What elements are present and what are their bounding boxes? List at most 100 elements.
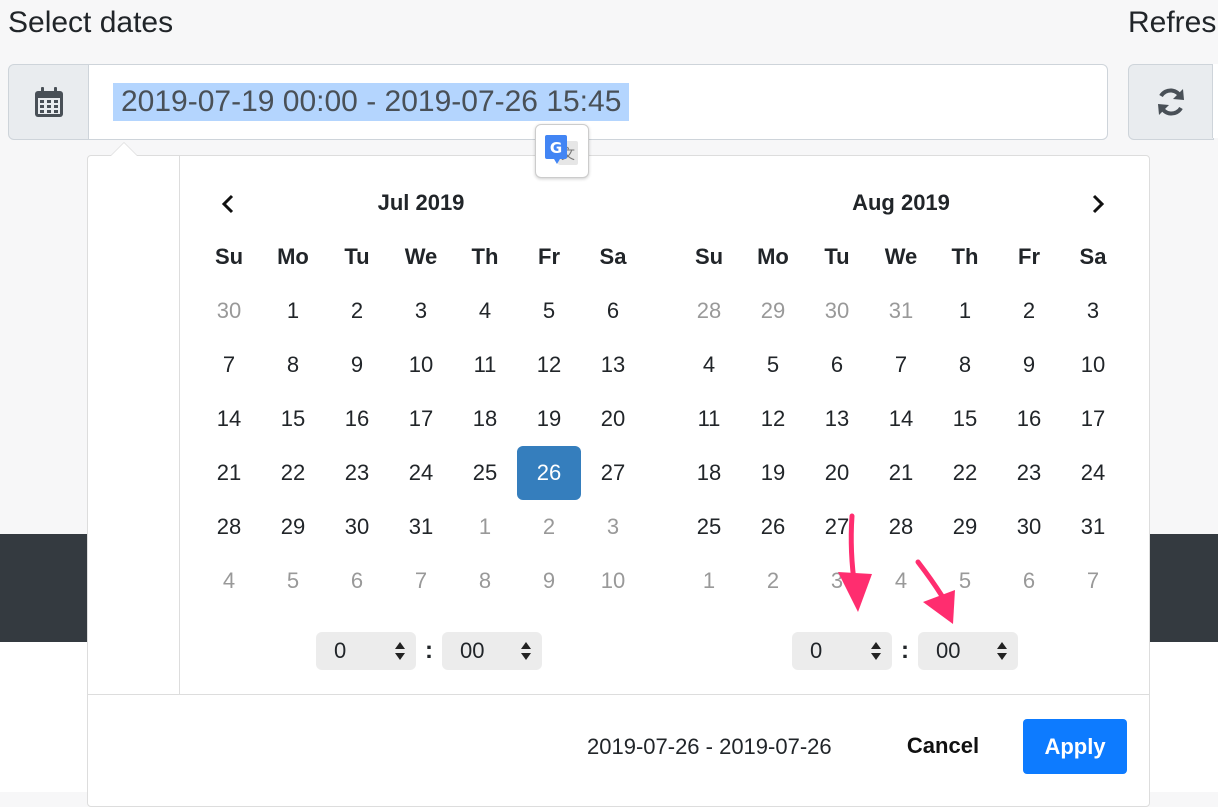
calendar-day[interactable]: 13 <box>581 338 645 392</box>
calendar-day[interactable]: 15 <box>933 392 997 446</box>
calendar-day[interactable]: 10 <box>389 338 453 392</box>
calendar-day-label: 8 <box>478 568 492 593</box>
calendar-day[interactable]: 12 <box>517 338 581 392</box>
calendar-day[interactable]: 3 <box>389 284 453 338</box>
calendar-day[interactable]: 30 <box>325 500 389 554</box>
calendar-day-label: 9 <box>350 352 364 377</box>
calendar-day[interactable]: 17 <box>389 392 453 446</box>
calendar-day[interactable]: 20 <box>581 392 645 446</box>
calendar-day[interactable]: 7 <box>197 338 261 392</box>
calendar-day[interactable]: 11 <box>677 392 741 446</box>
calendar-day[interactable]: 28 <box>677 284 741 338</box>
calendar-day[interactable]: 14 <box>869 392 933 446</box>
calendar-day[interactable]: 27 <box>805 500 869 554</box>
calendar-day[interactable]: 29 <box>261 500 325 554</box>
calendar-day[interactable]: 16 <box>997 392 1061 446</box>
calendar-day[interactable]: 8 <box>261 338 325 392</box>
calendar-day[interactable]: 9 <box>517 554 581 608</box>
calendar-day[interactable]: 2 <box>325 284 389 338</box>
calendar-day[interactable]: 26 <box>741 500 805 554</box>
calendar-day[interactable]: 28 <box>869 500 933 554</box>
calendar-day-selected[interactable]: 26 <box>517 446 581 500</box>
calendar-day[interactable]: 6 <box>581 284 645 338</box>
calendar-day[interactable]: 3 <box>1061 284 1125 338</box>
calendar-day[interactable]: 4 <box>869 554 933 608</box>
calendar-day[interactable]: 20 <box>805 446 869 500</box>
calendar-day[interactable]: 12 <box>741 392 805 446</box>
calendar-day[interactable]: 22 <box>261 446 325 500</box>
calendar-day[interactable]: 6 <box>325 554 389 608</box>
calendar-day[interactable]: 9 <box>997 338 1061 392</box>
calendar-day[interactable]: 7 <box>389 554 453 608</box>
calendar-day[interactable]: 3 <box>581 500 645 554</box>
calendar-day[interactable]: 2 <box>517 500 581 554</box>
calendar-day[interactable]: 5 <box>741 338 805 392</box>
minute-select[interactable]: 00 <box>918 632 1018 670</box>
date-range-input[interactable]: 2019-07-19 00:00 - 2019-07-26 15:45 <box>88 64 1108 140</box>
calendar-day[interactable]: 17 <box>1061 392 1125 446</box>
calendar-day[interactable]: 25 <box>677 500 741 554</box>
calendar-day[interactable]: 25 <box>453 446 517 500</box>
next-month-button[interactable] <box>1083 190 1111 218</box>
google-translate-icon[interactable]: 文 G <box>535 124 589 178</box>
calendar-day[interactable]: 24 <box>389 446 453 500</box>
calendar-grid: Su Mo Tu We Th Fr Sa 30 1 2 3 4 5 6 7 8 9 10 11 12 13 14 15 16… <box>197 230 645 608</box>
calendar-day[interactable]: 21 <box>869 446 933 500</box>
calendar-day[interactable]: 1 <box>453 500 517 554</box>
calendar-day[interactable]: 10 <box>581 554 645 608</box>
calendar-day[interactable]: 31 <box>1061 500 1125 554</box>
calendar-addon[interactable] <box>8 64 90 140</box>
calendar-day[interactable]: 24 <box>1061 446 1125 500</box>
calendar-day[interactable]: 2 <box>997 284 1061 338</box>
calendar-day[interactable]: 5 <box>261 554 325 608</box>
calendar-day[interactable]: 30 <box>197 284 261 338</box>
refresh-button[interactable] <box>1128 64 1214 140</box>
calendar-day[interactable]: 29 <box>741 284 805 338</box>
calendar-day[interactable]: 6 <box>805 338 869 392</box>
calendar-day[interactable]: 23 <box>997 446 1061 500</box>
calendar-day[interactable]: 6 <box>997 554 1061 608</box>
calendar-day[interactable]: 30 <box>997 500 1061 554</box>
calendar-day[interactable]: 4 <box>677 338 741 392</box>
calendar-day[interactable]: 1 <box>261 284 325 338</box>
calendar-day[interactable]: 7 <box>869 338 933 392</box>
calendar-day[interactable]: 8 <box>453 554 517 608</box>
calendar-day[interactable]: 5 <box>517 284 581 338</box>
hour-select[interactable]: 0 <box>316 632 416 670</box>
calendar-day[interactable]: 22 <box>933 446 997 500</box>
minute-select[interactable]: 00 <box>442 632 542 670</box>
calendar-day[interactable]: 3 <box>805 554 869 608</box>
calendar-day[interactable]: 4 <box>453 284 517 338</box>
hour-select[interactable]: 0 <box>792 632 892 670</box>
calendar-day[interactable]: 27 <box>581 446 645 500</box>
calendar-day-label: 26 <box>517 446 581 500</box>
calendar-day[interactable]: 15 <box>261 392 325 446</box>
calendar-day[interactable]: 29 <box>933 500 997 554</box>
calendar-day[interactable]: 31 <box>869 284 933 338</box>
calendar-day[interactable]: 31 <box>389 500 453 554</box>
calendar-day[interactable]: 19 <box>741 446 805 500</box>
calendar-day[interactable]: 13 <box>805 392 869 446</box>
calendar-day[interactable]: 14 <box>197 392 261 446</box>
calendar-day[interactable]: 7 <box>1061 554 1125 608</box>
calendar-day[interactable]: 10 <box>1061 338 1125 392</box>
calendar-day[interactable]: 21 <box>197 446 261 500</box>
calendar-day[interactable]: 18 <box>453 392 517 446</box>
calendar-day[interactable]: 9 <box>325 338 389 392</box>
calendar-day[interactable]: 19 <box>517 392 581 446</box>
calendar-day[interactable]: 5 <box>933 554 997 608</box>
calendar-day[interactable]: 28 <box>197 500 261 554</box>
calendar-day[interactable]: 16 <box>325 392 389 446</box>
cancel-button[interactable]: Cancel <box>888 718 998 774</box>
calendar-day[interactable]: 18 <box>677 446 741 500</box>
calendar-day-label: 28 <box>888 514 914 539</box>
calendar-day[interactable]: 1 <box>677 554 741 608</box>
calendar-day[interactable]: 1 <box>933 284 997 338</box>
apply-button[interactable]: Apply <box>1023 719 1127 774</box>
calendar-day[interactable]: 8 <box>933 338 997 392</box>
calendar-day[interactable]: 11 <box>453 338 517 392</box>
calendar-day[interactable]: 23 <box>325 446 389 500</box>
calendar-day[interactable]: 2 <box>741 554 805 608</box>
calendar-day[interactable]: 30 <box>805 284 869 338</box>
calendar-day[interactable]: 4 <box>197 554 261 608</box>
